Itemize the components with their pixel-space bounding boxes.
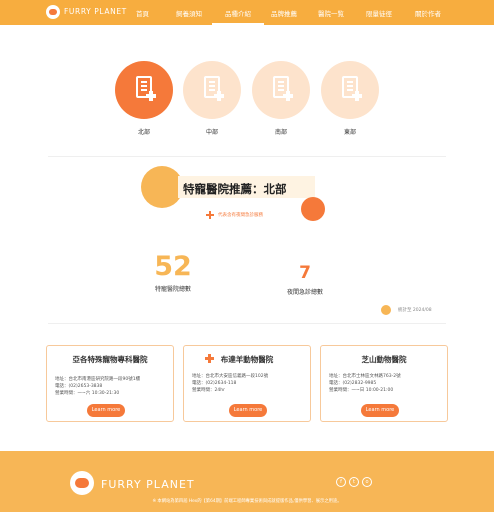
hospital-phone: 電話：(02)2634-118 (192, 381, 237, 386)
region-label-north[interactable]: 北部 (115, 127, 173, 136)
medical-cross-icon (214, 91, 224, 101)
facebook-icon[interactable]: f (336, 477, 346, 487)
medical-cross-icon (352, 91, 362, 101)
learn-more-button[interactable]: Learn more (361, 404, 399, 417)
learn-more-button[interactable]: Learn more (87, 404, 125, 417)
region-label-central[interactable]: 中部 (183, 127, 241, 136)
medical-cross-icon (146, 91, 156, 101)
hospital-name: 布達羊動物醫院 (220, 355, 274, 364)
update-indicator-dot (381, 305, 391, 315)
brand-name[interactable]: FURRY PLANET (64, 7, 127, 16)
hospital-address: 地址：台北市大安區信義路一段102號 (192, 374, 269, 379)
region-north-button[interactable] (115, 61, 173, 119)
hospital-card[interactable]: 布達羊動物醫院 地址：台北市大安區信義路一段102號 電話：(02)2634-1… (183, 345, 311, 422)
footer-brand-name[interactable]: FURRY PLANET (101, 478, 195, 491)
nav-item-limited[interactable]: 限量徒徑 (366, 8, 392, 18)
region-label-south[interactable]: 南部 (252, 127, 310, 136)
region-south-button[interactable] (252, 61, 310, 119)
footer: FURRY PLANET f t o ※ 本網站為第四屆 Hex的【第64期】前… (0, 451, 494, 512)
hospital-phone: 電話：(02)2832-9985 (329, 381, 377, 386)
section-title: 特寵醫院推薦：北部 (183, 182, 287, 196)
learn-more-button[interactable]: Learn more (229, 404, 267, 417)
section-divider (48, 156, 446, 157)
night-emergency-count: 7 (299, 263, 311, 283)
hospital-address: 地址：台北市士林區文林路763-2號 (329, 374, 401, 379)
hospital-count-label: 特寵醫院總數 (154, 286, 191, 293)
region-label-east[interactable]: 東部 (321, 127, 379, 136)
update-date: 統計至 2024/08 (398, 308, 432, 313)
night-emergency-plus-icon (206, 211, 214, 219)
hospital-name: 亞各特殊寵物專科醫院 (72, 355, 148, 364)
hospital-count: 52 (154, 251, 192, 282)
nav-item-about[interactable]: 關於作者 (415, 8, 441, 18)
nav-item-care-guide[interactable]: 飼養須知 (176, 8, 202, 18)
hospital-address: 地址：台北市南港區研究院路一段90號1樓 (55, 377, 141, 382)
nav-item-brands[interactable]: 品牌推薦 (271, 8, 297, 18)
twitter-icon[interactable]: t (349, 477, 359, 487)
night-emergency-count-label: 夜間急診總數 (286, 289, 323, 296)
medical-cross-icon (283, 91, 293, 101)
region-east-button[interactable] (321, 61, 379, 119)
logo-icon[interactable] (46, 5, 60, 19)
hospital-card[interactable]: 芝山動物醫院 地址：台北市士林區文林路763-2號 電話：(02)2832-99… (320, 345, 448, 422)
top-nav: FURRY PLANET 首頁 飼養須知 品種介紹 品牌推薦 醫院一覧 限量徒徑… (0, 0, 494, 25)
nav-item-home[interactable]: 首頁 (136, 8, 149, 18)
hospital-hours: 營業時間：一~日 10:00-21:00 (329, 388, 394, 393)
nav-item-hospitals[interactable]: 醫院一覧 (318, 8, 344, 18)
decorative-circle-small (301, 197, 325, 221)
hospital-phone: 電話：(02)2653-3838 (55, 384, 103, 389)
night-emergency-legend: 代表含有夜間急診服務 (218, 213, 263, 218)
footer-disclaimer: ※ 本網站為第四屆 Hex的【第64期】前端工程師專業技術與成就提版作品,僅供學… (152, 499, 342, 504)
decorative-circle-large (141, 166, 183, 208)
region-central-button[interactable] (183, 61, 241, 119)
hospital-hours: 營業時間：一~六 10:30-21:30 (55, 391, 120, 396)
hospital-name: 芝山動物醫院 (361, 355, 407, 364)
nav-item-breeds[interactable]: 品種介紹 (225, 8, 251, 18)
footer-logo-icon[interactable] (70, 471, 94, 495)
stats-divider (48, 323, 446, 324)
instagram-icon[interactable]: o (362, 477, 372, 487)
hospital-hours: 營業時間：24hr (192, 388, 225, 393)
hospital-card[interactable]: 亞各特殊寵物專科醫院 地址：台北市南港區研究院路一段90號1樓 電話：(02)2… (46, 345, 174, 422)
